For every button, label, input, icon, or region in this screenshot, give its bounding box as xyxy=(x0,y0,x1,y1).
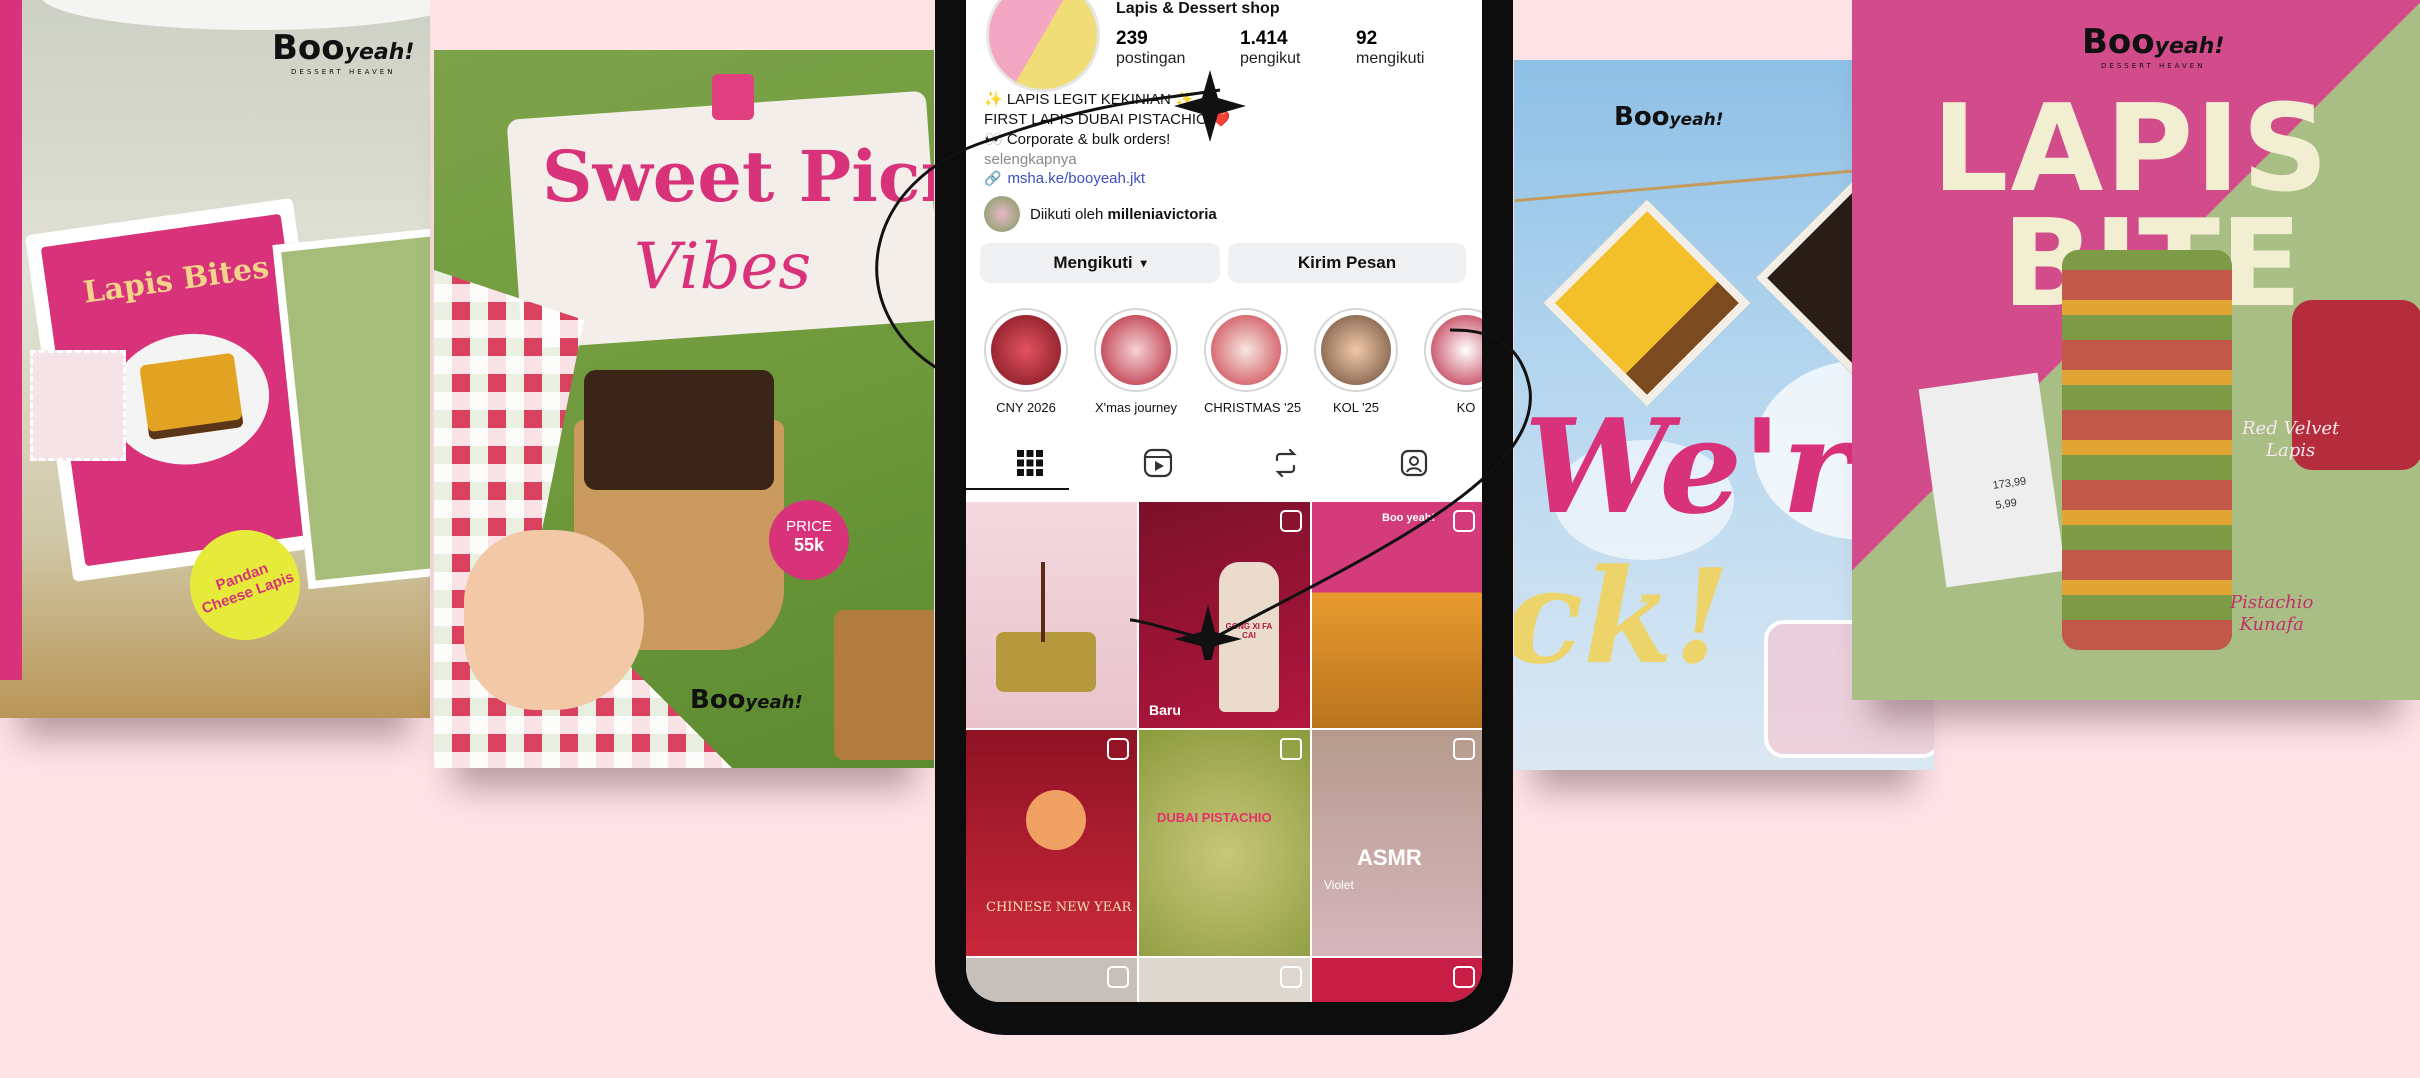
reel-icon xyxy=(1280,738,1302,760)
grid-post[interactable] xyxy=(1312,958,1482,1002)
pink-edge xyxy=(0,0,22,680)
grid-post[interactable]: CHINESE NEW YEAR xyxy=(966,730,1137,956)
price-badge: PRICE 55k xyxy=(769,500,849,580)
poster-lapis-bites: Booyeah! DESSERT HEAVEN Lapis Bites Pand… xyxy=(0,0,430,718)
hand xyxy=(464,530,644,710)
cny-caption: CHINESE NEW YEAR xyxy=(986,900,1132,915)
sparkle-icon xyxy=(1174,70,1246,142)
carousel-icon xyxy=(1107,738,1129,760)
cake-stand xyxy=(40,0,430,30)
grid-post[interactable]: DUBAI PISTACHIO xyxy=(1139,730,1310,956)
decor-swirl xyxy=(875,70,1532,660)
poster-title-2: Vibes xyxy=(634,230,812,304)
booyeah-logo: Booyeah! DESSERT HEAVEN xyxy=(2082,22,2225,70)
orchid xyxy=(1026,790,1086,850)
pistachio-caption: DUBAI PISTACHIO xyxy=(1157,810,1272,825)
paper-receipt: 173,99 5,99 xyxy=(1918,372,2066,588)
reel-icon xyxy=(1453,738,1475,760)
reel-icon xyxy=(1453,966,1475,988)
small-stamp xyxy=(30,350,126,461)
booyeah-logo: Booyeah! xyxy=(690,685,803,715)
lapis-piece xyxy=(139,352,244,441)
booyeah-logo: Booyeah! xyxy=(1614,102,1724,132)
reel-icon xyxy=(1280,966,1302,988)
note-pistachio: Pistachio Kunafa xyxy=(2230,592,2314,635)
note-red-velvet: Red Velvet Lapis xyxy=(2242,418,2340,461)
poster-lapis-bite: Booyeah! DESSERT HEAVEN LAPIS BITE 173,9… xyxy=(1852,0,2420,700)
profile-category: Lapis & Dessert shop xyxy=(1116,0,1280,17)
reel-icon xyxy=(1107,966,1129,988)
booyeah-logo: Booyeah! DESSERT HEAVEN xyxy=(272,28,415,76)
grid-post[interactable] xyxy=(1139,958,1310,1002)
lapis-cubes xyxy=(584,370,774,490)
asmr-sub: Violet xyxy=(1324,878,1354,892)
lapis-stack xyxy=(2062,250,2232,650)
new-badge: Baru xyxy=(1149,702,1181,718)
asmr-caption: ASMR xyxy=(1357,845,1422,870)
clip xyxy=(712,74,754,120)
grid-post[interactable] xyxy=(966,958,1137,1002)
grid-post[interactable]: ASMR Violet xyxy=(1312,730,1482,956)
